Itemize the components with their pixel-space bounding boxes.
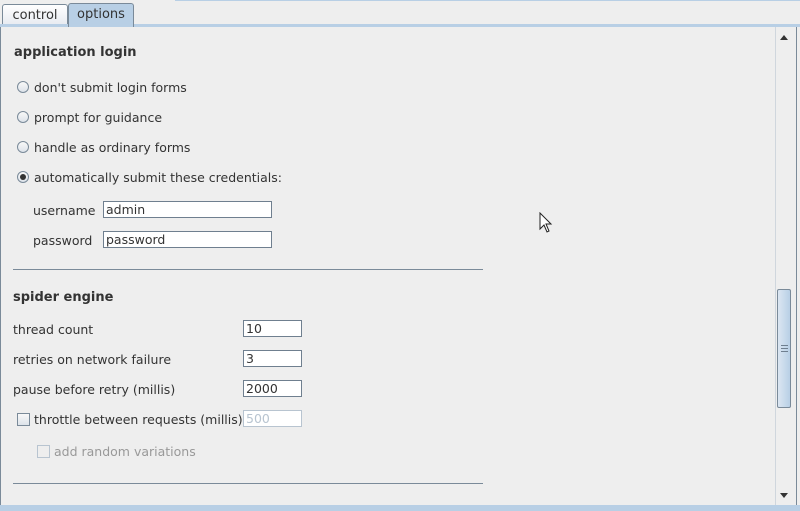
bottom-accent-strip [0, 505, 800, 511]
password-field[interactable]: password [103, 231, 272, 248]
tab-control[interactable]: control [2, 4, 68, 26]
vertical-scrollbar[interactable] [775, 27, 793, 505]
section-divider [13, 269, 483, 270]
radio-auto-submit[interactable] [17, 171, 29, 183]
radio-ordinary-forms-label[interactable]: handle as ordinary forms [34, 140, 190, 155]
mouse-pointer-icon [539, 211, 553, 237]
arrow-down-icon[interactable] [776, 487, 792, 503]
pause-label: pause before retry (millis) [13, 382, 176, 397]
thread-count-field[interactable]: 10 [243, 320, 302, 337]
radio-prompt-guidance-label[interactable]: prompt for guidance [34, 110, 162, 125]
top-accent-gap [0, 0, 175, 2]
username-label: username [33, 203, 96, 218]
scroll-grip-line [781, 351, 788, 352]
random-variations-label[interactable]: add random variations [54, 444, 196, 459]
tab-options[interactable]: options [68, 3, 134, 27]
engine-section-title: spider engine [13, 290, 114, 305]
random-variations-checkbox[interactable] [37, 445, 50, 458]
retries-field[interactable]: 3 [243, 350, 302, 367]
panel-border [0, 27, 797, 507]
scroll-grip-line [781, 348, 788, 349]
radio-prompt-guidance[interactable] [17, 111, 29, 123]
arrow-up-icon[interactable] [776, 30, 792, 46]
pause-field[interactable]: 2000 [243, 380, 302, 397]
radio-ordinary-forms[interactable] [17, 141, 29, 153]
retries-label: retries on network failure [13, 352, 172, 367]
password-label: password [33, 233, 93, 248]
radio-dont-submit-label[interactable]: don't submit login forms [34, 80, 187, 95]
thread-count-label: thread count [13, 322, 94, 337]
username-field[interactable]: admin [103, 201, 272, 218]
throttle-label[interactable]: throttle between requests (millis) [34, 412, 243, 427]
login-section-title: application login [14, 45, 137, 60]
throttle-field[interactable]: 500 [243, 410, 302, 427]
radio-dont-submit[interactable] [17, 81, 29, 93]
radio-auto-submit-label[interactable]: automatically submit these credentials: [34, 170, 282, 185]
throttle-checkbox[interactable] [17, 413, 30, 426]
section-divider-bottom [13, 483, 483, 484]
scroll-grip-line [781, 345, 788, 346]
